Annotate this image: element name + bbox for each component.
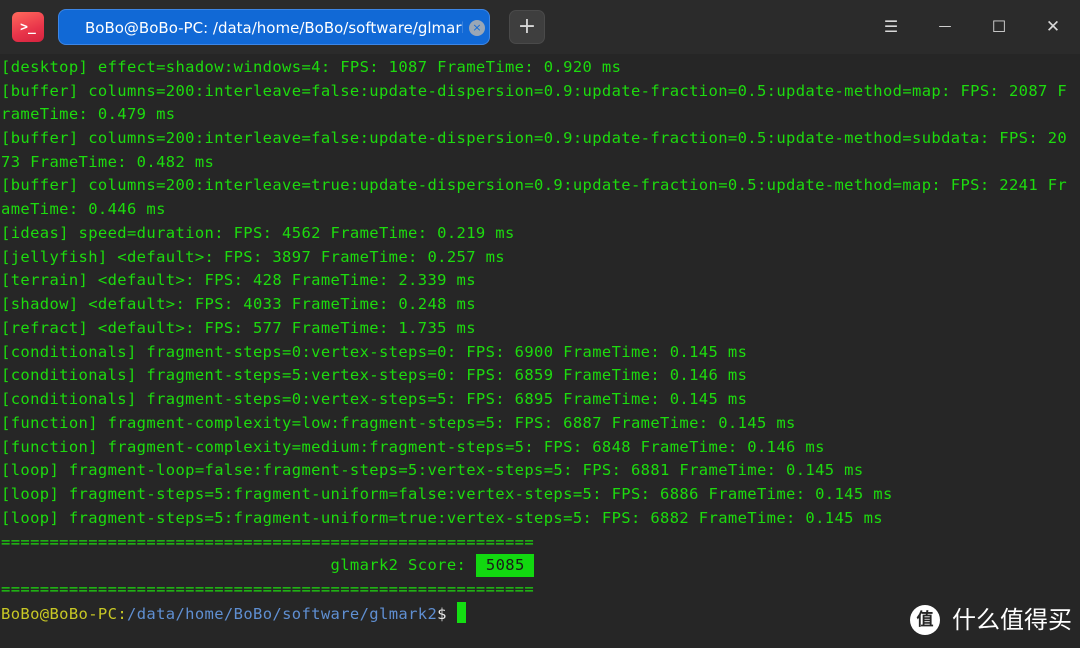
minimize-icon[interactable]: — (932, 14, 958, 40)
output-line: [conditionals] fragment-steps=0:vertex-s… (1, 343, 748, 361)
output-line: [refract] <default>: FPS: 577 FrameTime:… (1, 319, 476, 337)
output-line: [conditionals] fragment-steps=5:vertex-s… (1, 366, 748, 384)
output-line: [jellyfish] <default>: FPS: 3897 FrameTi… (1, 248, 505, 266)
output-line: [conditionals] fragment-steps=0:vertex-s… (1, 390, 748, 408)
output-line: [function] fragment-complexity=medium:fr… (1, 438, 825, 456)
maximize-icon[interactable]: ☐ (986, 14, 1012, 40)
output-line: [buffer] columns=200:interleave=false:up… (1, 82, 1068, 100)
close-icon[interactable]: ✕ (1040, 14, 1066, 40)
tab-close-icon[interactable]: × (469, 20, 485, 36)
new-tab-button[interactable]: + (509, 10, 545, 44)
title-bar: >_ BoBo@BoBo-PC: /data/home/BoBo/softwar… (0, 0, 1080, 54)
prompt-dollar: $ (437, 605, 447, 623)
terminal-app-icon[interactable]: >_ (12, 12, 44, 42)
watermark: 值 什么值得买 (910, 604, 1072, 636)
output-line: [loop] fragment-steps=5:fragment-uniform… (1, 485, 893, 503)
output-line: rameTime: 0.479 ms (1, 105, 176, 123)
output-line: [buffer] columns=200:interleave=false:up… (1, 129, 1068, 147)
score-label: glmark2 Score: (1, 556, 476, 574)
output-line: [function] fragment-complexity=low:fragm… (1, 414, 796, 432)
prompt-user: BoBo@BoBo-PC (1, 605, 118, 623)
score-value: 5085 (475, 554, 534, 577)
output-line: [terrain] <default>: FPS: 428 FrameTime:… (1, 271, 476, 289)
separator-line: ========================================… (1, 533, 535, 551)
menu-icon[interactable]: ☰ (878, 14, 904, 40)
output-line: [ideas] speed=duration: FPS: 4562 FrameT… (1, 224, 515, 242)
output-line: [loop] fragment-loop=false:fragment-step… (1, 461, 864, 479)
separator-line: ========================================… (1, 580, 535, 598)
watermark-text: 什么值得买 (952, 606, 1072, 634)
prompt-path: /data/home/BoBo/software/glmark2 (127, 605, 438, 623)
output-line: [loop] fragment-steps=5:fragment-uniform… (1, 509, 883, 527)
output-line: [shadow] <default>: FPS: 4033 FrameTime:… (1, 295, 476, 313)
output-line: [buffer] columns=200:interleave=true:upd… (1, 176, 1068, 194)
terminal-area[interactable]: [desktop] effect=shadow:windows=4: FPS: … (0, 55, 1080, 648)
prompt-colon: : (117, 605, 128, 623)
score-line: glmark2 Score: 5085 (1, 554, 534, 577)
prompt-line[interactable]: BoBo@BoBo-PC:/data/home/BoBo/software/gl… (1, 602, 466, 625)
output-line: ameTime: 0.446 ms (1, 200, 166, 218)
output-line: 73 FrameTime: 0.482 ms (1, 153, 215, 171)
watermark-logo-icon: 值 (910, 605, 940, 635)
text-cursor (456, 602, 466, 623)
output-line: [desktop] effect=shadow:windows=4: FPS: … (1, 58, 622, 76)
tab-terminal[interactable]: BoBo@BoBo-PC: /data/home/BoBo/software/g… (58, 9, 490, 45)
tab-title: BoBo@BoBo-PC: /data/home/BoBo/software/g… (85, 19, 463, 37)
